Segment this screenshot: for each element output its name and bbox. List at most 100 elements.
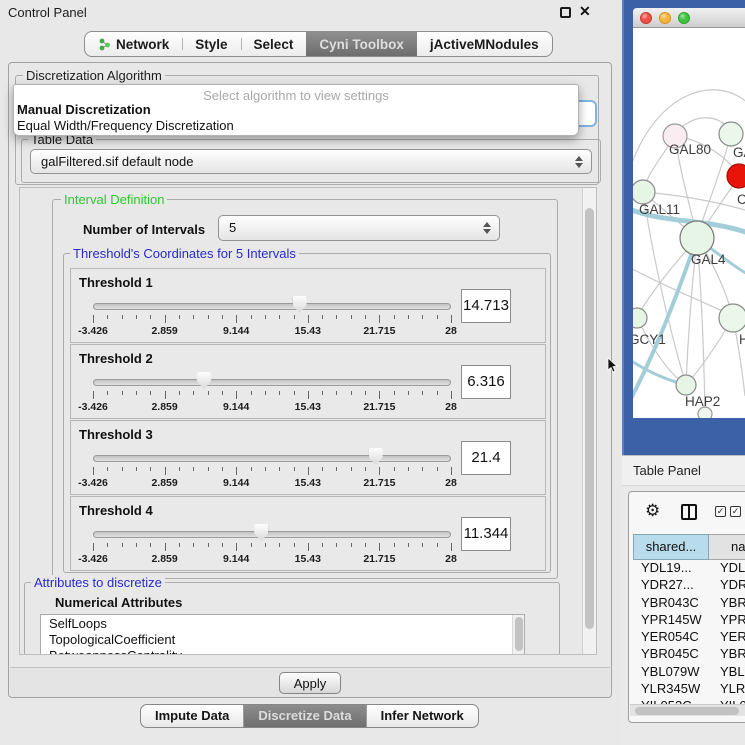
application-root: Control Panel ✕ NetworkStyleSelectCyni T…	[0, 0, 745, 745]
tick-mark	[251, 315, 252, 319]
tick-label: 28	[445, 401, 457, 413]
tick-mark	[136, 543, 137, 547]
tick-mark	[179, 467, 180, 471]
table-data-combobox[interactable]: galFiltered.sif default node	[30, 149, 592, 174]
checkbox-icon[interactable]: ✓	[730, 506, 741, 517]
threshold-label: Threshold 1	[79, 275, 153, 290]
table-row[interactable]: YER054CYER0	[633, 629, 745, 646]
tick-mark	[122, 315, 123, 319]
tick-label: 9.144	[223, 401, 249, 413]
zoom-light[interactable]	[678, 12, 690, 24]
slider-thumb[interactable]	[254, 524, 268, 541]
tab-select[interactable]: Select	[241, 32, 307, 56]
tick-mark	[451, 543, 452, 551]
tick-mark	[336, 391, 337, 395]
attributes-group-label: Attributes to discretize	[31, 575, 165, 590]
tick-mark	[193, 467, 194, 471]
algorithm-option-manual[interactable]: Manual Discretization	[14, 102, 578, 118]
apply-button[interactable]: Apply	[279, 672, 341, 694]
network-node[interactable]	[633, 180, 655, 204]
column-header-name[interactable]: na	[709, 534, 745, 560]
vertical-scrollbar[interactable]	[582, 188, 596, 654]
tick-mark	[251, 467, 252, 471]
tick-mark	[179, 543, 180, 547]
tick-mark	[322, 391, 323, 395]
gear-icon[interactable]: ⚙	[645, 501, 660, 521]
slider-track[interactable]	[93, 379, 451, 386]
column-layout-icon[interactable]	[681, 504, 697, 520]
table-row[interactable]: YBR043CYBR0	[633, 595, 745, 612]
tick-mark	[351, 543, 352, 547]
minimize-light[interactable]	[659, 12, 671, 24]
number-of-intervals-label: Number of Intervals	[83, 222, 205, 237]
slider-track[interactable]	[93, 303, 451, 310]
threshold-value-field[interactable]: 21.4	[461, 441, 511, 475]
slider-thumb[interactable]	[369, 448, 383, 465]
network-node[interactable]	[719, 122, 743, 146]
threshold-value-field[interactable]: 6.316	[461, 365, 511, 399]
slider-thumb[interactable]	[293, 296, 307, 313]
attribute-item[interactable]: TopologicalCoefficient	[41, 631, 524, 647]
threshold-panel-3: Threshold 3-3.4262.8599.14415.4321.71528…	[70, 420, 546, 495]
tick-mark	[322, 543, 323, 547]
number-of-intervals-spinner[interactable]: 5	[218, 215, 500, 241]
float-window-icon[interactable]	[560, 7, 571, 18]
tab-label: Cyni Toolbox	[319, 37, 404, 52]
network-node[interactable]	[680, 221, 714, 255]
tick-mark	[379, 315, 380, 323]
network-node[interactable]	[633, 308, 647, 328]
tick-mark	[265, 315, 266, 319]
network-canvas[interactable]: GAL80GACGAL11GAL4GCY1HHAP2	[633, 28, 745, 418]
close-light[interactable]	[640, 12, 652, 24]
horizontal-scrollbar[interactable]	[630, 704, 745, 716]
tab-style[interactable]: Style	[182, 32, 240, 56]
tab-jactivemnodules[interactable]: jActiveMNodules	[417, 32, 552, 56]
table-row[interactable]: YPR145WYPR1	[633, 612, 745, 629]
table-row[interactable]: YDL19...YDL1	[633, 560, 745, 577]
numerical-attributes-list[interactable]: SelfLoopsTopologicalCoefficientBetweenne…	[40, 614, 525, 655]
tick-mark	[107, 543, 108, 547]
table-row[interactable]: YDR27...YDR2	[633, 577, 745, 594]
cell-shared-name: YBR045C	[633, 646, 709, 663]
list-scrollbar[interactable]	[512, 615, 524, 655]
network-node[interactable]	[719, 304, 745, 332]
tab-cyni-toolbox[interactable]: Cyni Toolbox	[306, 32, 417, 56]
network-node[interactable]	[676, 375, 696, 395]
tab-network[interactable]: Network	[85, 32, 182, 56]
threshold-value-field[interactable]: 14.713	[461, 289, 511, 323]
checkbox-icon[interactable]: ✓	[715, 506, 726, 517]
table-row[interactable]: YBL079WYBL0	[633, 664, 745, 681]
close-icon[interactable]: ✕	[579, 3, 591, 20]
table-data-group: galFiltered.sif default node	[21, 139, 601, 183]
tick-mark	[437, 543, 438, 547]
slider-track[interactable]	[93, 531, 451, 538]
algorithm-placeholder-option[interactable]: Select algorithm to view settings	[14, 85, 578, 102]
attribute-item[interactable]: SelfLoops	[41, 615, 524, 631]
algorithm-option-equal-width[interactable]: Equal Width/Frequency Discretization	[14, 118, 578, 134]
tick-mark	[165, 315, 166, 323]
threshold-label: Threshold 3	[79, 427, 153, 442]
table-row[interactable]: YLR345WYLR3	[633, 681, 745, 698]
attribute-item[interactable]: BetweennessCentrality	[41, 647, 524, 655]
algorithm-dropdown-popup: Select algorithm to view settings Manual…	[13, 84, 579, 136]
interval-definition-label: Interval Definition	[61, 192, 167, 207]
tab-infer-network[interactable]: Infer Network	[366, 705, 478, 727]
tick-mark	[437, 467, 438, 471]
network-node[interactable]	[727, 164, 745, 188]
combo-stepper-icon	[575, 156, 584, 168]
table-row[interactable]: YBR045CYBR0	[633, 646, 745, 663]
horizontal-scrollbar-thumb[interactable]	[635, 707, 739, 715]
tick-mark	[279, 467, 280, 471]
tick-mark	[93, 543, 94, 551]
tick-mark	[150, 467, 151, 471]
slider-thumb[interactable]	[197, 372, 211, 389]
tick-mark	[122, 467, 123, 471]
tab-discretize-data[interactable]: Discretize Data	[243, 705, 365, 727]
slider-track[interactable]	[93, 455, 451, 462]
tab-impute-data[interactable]: Impute Data	[141, 705, 243, 727]
tick-mark	[365, 467, 366, 471]
tick-mark	[193, 543, 194, 547]
vertical-scrollbar-thumb[interactable]	[585, 208, 594, 629]
column-header-shared[interactable]: shared...	[633, 534, 709, 560]
threshold-value-field[interactable]: 11.344	[461, 517, 511, 551]
